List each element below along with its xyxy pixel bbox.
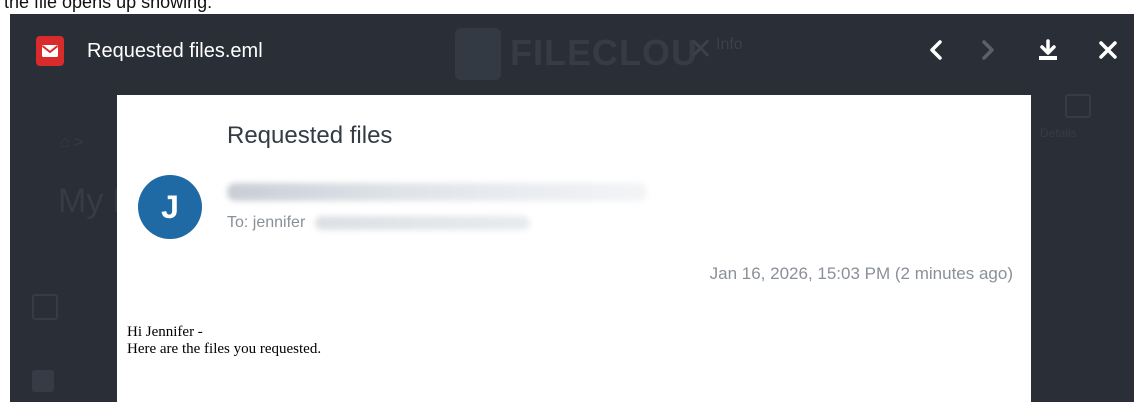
background-details-icon [1065,94,1091,118]
envelope-file-icon [36,36,64,66]
download-icon [1039,39,1057,60]
close-icon [1099,41,1117,59]
sender-avatar: J [138,175,202,239]
left-edge [0,14,10,402]
email-subject: Requested files [227,122,393,149]
chevron-left-icon [930,40,942,60]
email-preview-card: Requested files J To: jennifer Jan 16, 2… [117,95,1031,402]
background-file-icon [32,370,54,392]
email-body-line: Hi Jennifer - [127,324,203,340]
email-body: Hi Jennifer - Here are the files you req… [127,324,321,358]
email-date: Jan 16, 2026, 15:03 PM (2 minutes ago) [709,264,1013,283]
viewer-titlebar: Requested files.eml [10,14,1134,88]
sender-redacted [227,183,647,201]
chevron-right-icon [982,40,994,60]
previous-button[interactable] [918,32,954,68]
file-viewer-overlay: FILECLOU ✕ Info ⌂ > My F Details Request… [10,14,1134,402]
next-button[interactable] [970,32,1006,68]
recipient-redacted [315,216,530,230]
caption-text: the file opens up showing: [4,0,213,12]
page-caption: the file opens up showing: [0,0,1134,14]
recipient-label: To: jennifer [227,214,306,231]
email-body-line: Here are the files you requested. [127,341,322,357]
viewer-file-title: Requested files.eml [87,40,263,62]
background-breadcrumb: ⌂ > [60,134,84,151]
background-checkbox [32,294,58,320]
download-button[interactable] [1030,32,1066,68]
background-details-label: Details [1040,126,1077,140]
close-button[interactable] [1090,32,1126,68]
